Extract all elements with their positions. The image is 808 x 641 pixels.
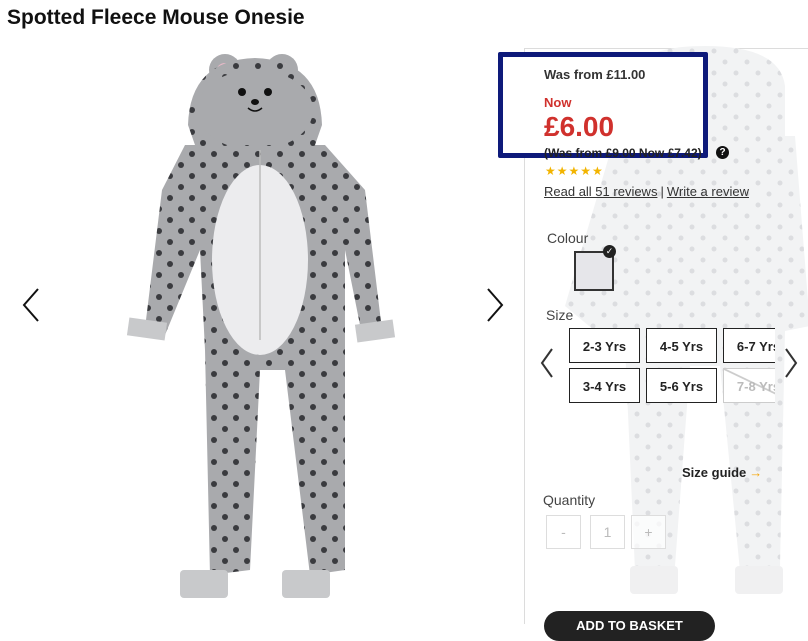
price-highlight-box: Was from £11.00 Now £6.00 xyxy=(498,52,708,158)
size-option[interactable]: 2-3 Yrs xyxy=(569,328,640,363)
size-next-arrow-icon[interactable] xyxy=(778,346,802,380)
write-review-link[interactable]: Write a review xyxy=(667,184,749,199)
quantity-increase-button[interactable]: + xyxy=(631,515,666,549)
arrow-right-icon: → xyxy=(749,465,763,480)
read-reviews-link[interactable]: Read all 51 reviews xyxy=(544,184,657,199)
size-guide-label: Size guide xyxy=(682,465,747,480)
size-option[interactable]: 6-7 Yrs xyxy=(723,328,775,363)
size-carousel: 2-3 Yrs 4-5 Yrs 6-7 Yrs 3-4 Yrs 5-6 Yrs … xyxy=(566,326,775,408)
was-price: Was from £11.00 xyxy=(544,67,646,82)
product-image xyxy=(126,54,396,598)
size-prev-arrow-icon[interactable] xyxy=(536,346,560,380)
size-option[interactable]: 3-4 Yrs xyxy=(569,368,640,403)
checkmark-icon: ✓ xyxy=(603,245,616,258)
reviews-links: Read all 51 reviews | Write a review xyxy=(544,184,749,199)
now-price: £6.00 xyxy=(544,111,615,142)
rating-stars: ★★★★★ xyxy=(545,164,604,178)
was-now-subtext: (Was from £9.00 Now £7.42) xyxy=(544,146,702,160)
quantity-input[interactable]: 1 xyxy=(590,515,625,549)
add-to-basket-button[interactable]: ADD TO BASKET xyxy=(544,611,715,641)
size-option-unavailable: 7-8 Yrs xyxy=(723,368,775,403)
page-title: Spotted Fleece Mouse Onesie xyxy=(7,6,305,29)
now-label: Now xyxy=(544,95,572,110)
size-option[interactable]: 5-6 Yrs xyxy=(646,368,717,403)
quantity-decrease-button[interactable]: - xyxy=(546,515,581,549)
size-option[interactable]: 4-5 Yrs xyxy=(646,328,717,363)
prev-image-arrow-icon[interactable] xyxy=(18,285,48,325)
size-label: Size xyxy=(546,307,574,323)
colour-label: Colour xyxy=(547,230,589,246)
help-icon[interactable]: ? xyxy=(716,146,729,159)
quantity-label: Quantity xyxy=(543,492,596,508)
size-guide-link[interactable]: Size guide → xyxy=(682,465,762,480)
reviews-separator: | xyxy=(660,184,664,199)
next-image-arrow-icon[interactable] xyxy=(480,285,510,325)
